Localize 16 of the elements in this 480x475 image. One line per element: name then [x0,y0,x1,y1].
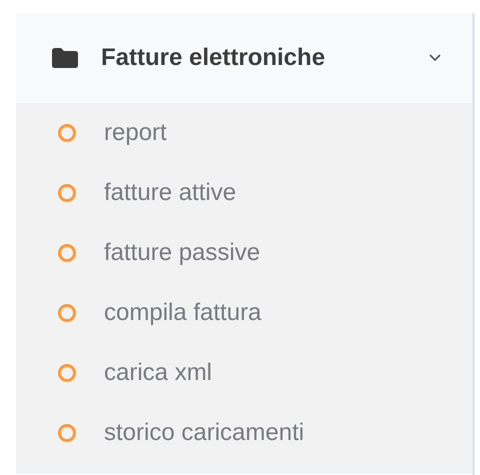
submenu-item[interactable]: report [16,103,472,163]
circle-icon [57,243,77,263]
submenu-item[interactable]: carica xml [16,343,472,403]
submenu-item[interactable]: storico caricamenti [16,403,472,463]
menu-header[interactable]: Fatture elettroniche [16,13,472,103]
folder-icon [52,48,78,68]
circle-icon [57,303,77,323]
submenu-item[interactable]: compila fattura [16,283,472,343]
circle-icon [57,123,77,143]
submenu-item[interactable]: fatture passive [16,223,472,283]
circle-icon [57,183,77,203]
menu-title: Fatture elettroniche [101,43,326,73]
circle-icon [57,363,77,383]
chevron-icon [428,53,442,63]
submenu-item[interactable]: fatture attive [16,163,472,223]
circle-icon [57,423,77,443]
